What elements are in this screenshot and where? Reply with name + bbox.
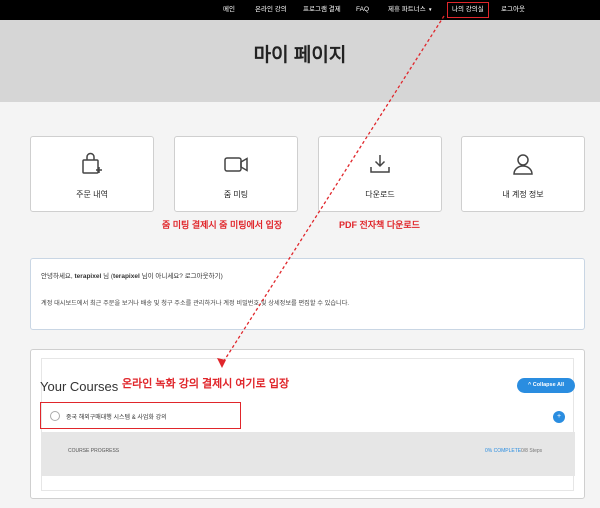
- card-label: 주문 내역: [76, 190, 108, 199]
- nav-link-program-payment[interactable]: 프로그램 결제: [303, 0, 341, 20]
- chevron-down-icon[interactable]: ▼: [428, 0, 432, 20]
- courses-title: Your Courses: [40, 379, 119, 394]
- greeting-prefix: 안녕하세요,: [41, 273, 75, 280]
- nav-link-faq[interactable]: FAQ: [356, 0, 369, 20]
- dashboard-description: 계정 대시보드에서 최근 주문을 보거나 배송 및 청구 주소를 관리하거나 계…: [41, 300, 350, 307]
- collapse-all-button[interactable]: ^ Collapse All: [517, 378, 575, 393]
- progress-status: 0% COMPLETE: [485, 448, 522, 454]
- nav-link-online-lectures[interactable]: 온라인 강의: [255, 0, 287, 20]
- nav-link-home[interactable]: 메인: [223, 0, 235, 20]
- course-progress-area: [41, 432, 575, 476]
- card-label: 내 계정 정보: [502, 190, 544, 199]
- course-highlight-box: [40, 402, 241, 429]
- annotation-zoom: 줌 미팅 결제시 줌 미팅에서 입장: [162, 220, 283, 230]
- shopping-bag-icon: [79, 151, 105, 182]
- nav-link-logout[interactable]: 로그아웃: [501, 0, 525, 20]
- card-download[interactable]: 다운로드: [318, 136, 442, 212]
- annotation-courses: 온라인 녹화 강의 결제시 여기로 입장: [122, 378, 290, 390]
- card-order-history[interactable]: 주문 내역: [30, 136, 154, 212]
- annotation-pdf: PDF 전자책 다운로드: [339, 220, 420, 230]
- page-title: 마이 페이지: [253, 45, 347, 66]
- card-zoom-meeting[interactable]: 줌 미팅: [174, 136, 298, 212]
- logout-link[interactable]: 님이 아니세요? 로그아웃하기): [140, 273, 223, 280]
- username: terapixel: [74, 273, 102, 280]
- card-label: 다운로드: [365, 190, 395, 199]
- greeting-line: 안녕하세요, terapixel 님 (terapixel 님이 아니세요? 로…: [41, 270, 223, 280]
- video-camera-icon: [222, 151, 250, 182]
- greeting-mid: 님 (: [101, 273, 114, 280]
- card-label: 줌 미팅: [223, 190, 249, 199]
- nav-link-my-classroom[interactable]: 나의 강의실: [447, 2, 489, 18]
- page-header: 마이 페이지: [0, 20, 600, 102]
- progress-label: COURSE PROGRESS: [68, 448, 120, 454]
- progress-steps: 0/8 Steps: [521, 448, 543, 454]
- welcome-box: 안녕하세요, terapixel 님 (terapixel 님이 아니세요? 로…: [30, 258, 585, 330]
- username-secondary: terapixel: [113, 273, 140, 280]
- download-icon: [367, 151, 393, 182]
- nav-link-partners[interactable]: 제휴 파트너스: [388, 0, 426, 20]
- expand-toggle[interactable]: +: [553, 411, 565, 423]
- card-account-info[interactable]: 내 계정 정보: [461, 136, 585, 212]
- user-icon: [510, 151, 536, 182]
